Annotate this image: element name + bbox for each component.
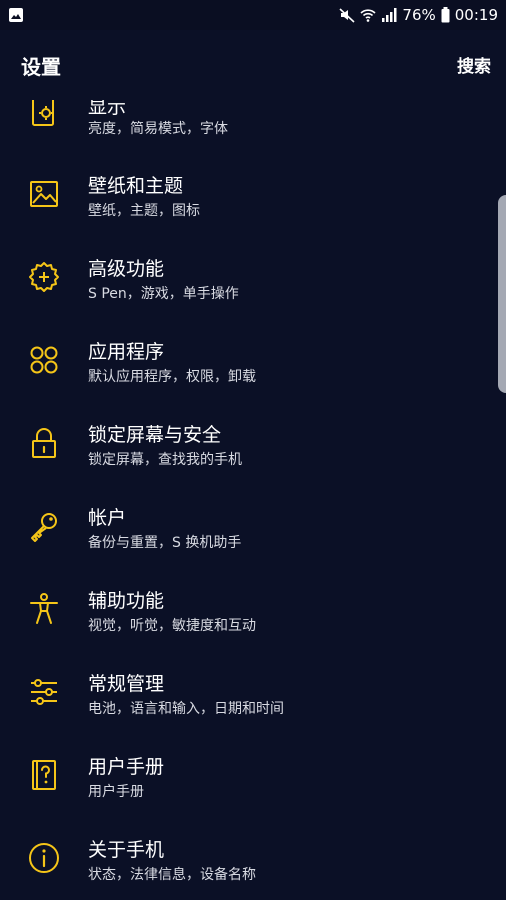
settings-item-subtitle: 亮度，简易模式，字体 (88, 121, 228, 137)
battery-icon (441, 7, 450, 23)
search-button[interactable]: 搜索 (457, 52, 491, 77)
mute-icon (339, 8, 355, 23)
cellular-signal-icon (382, 8, 397, 22)
key-icon (31, 513, 57, 542)
settings-item-title: 常规管理 (88, 673, 165, 695)
settings-item-subtitle: 状态，法律信息，设备名称 (88, 867, 256, 883)
advanced-gear-icon (29, 262, 59, 292)
settings-item-wallpaper[interactable]: 壁纸和主题 壁纸，主题，图标 (0, 165, 506, 245)
status-bar: 76% 00:19 (0, 0, 506, 30)
settings-item-about-phone[interactable]: 关于手机 状态，法律信息，设备名称 (0, 829, 506, 900)
settings-item-subtitle: 备份与重置，S 换机助手 (88, 535, 242, 551)
lock-icon (32, 428, 56, 458)
settings-item-accounts[interactable]: 帐户 备份与重置，S 换机助手 (0, 497, 506, 577)
apps-icon (30, 346, 58, 374)
settings-item-subtitle: 视觉，听觉，敏捷度和互动 (88, 618, 256, 634)
settings-item-subtitle: 用户手册 (88, 784, 144, 800)
wifi-icon (360, 9, 376, 22)
settings-item-general-management[interactable]: 常规管理 电池，语言和输入，日期和时间 (0, 663, 506, 743)
settings-item-subtitle: S Pen，游戏，单手操作 (88, 286, 239, 302)
settings-item-advanced[interactable]: 高级功能 S Pen，游戏，单手操作 (0, 248, 506, 328)
settings-item-user-manual[interactable]: 用户手册 用户手册 (0, 746, 506, 826)
settings-item-title: 壁纸和主题 (88, 175, 184, 197)
wallpaper-icon (30, 181, 58, 207)
edge-panel-handle[interactable] (498, 195, 506, 393)
accessibility-icon (30, 593, 58, 624)
settings-item-title: 应用程序 (88, 341, 165, 363)
manual-icon (32, 760, 56, 790)
settings-item-subtitle: 默认应用程序，权限，卸载 (88, 369, 256, 385)
settings-screen: 显示 亮度，简易模式，字体 壁纸和主题 壁纸，主题，图标 高级功能 S Pen，… (0, 0, 506, 900)
settings-item-title: 用户手册 (88, 756, 165, 778)
settings-item-title: 高级功能 (88, 258, 165, 280)
settings-item-subtitle: 壁纸，主题，图标 (88, 203, 200, 219)
settings-item-title: 关于手机 (88, 839, 165, 861)
settings-item-title: 锁定屏幕与安全 (88, 424, 222, 446)
settings-item-title: 帐户 (88, 507, 127, 529)
settings-item-subtitle: 锁定屏幕，查找我的手机 (88, 452, 242, 468)
info-icon (29, 843, 59, 873)
clock: 00:19 (454, 6, 498, 24)
settings-item-lockscreen[interactable]: 锁定屏幕与安全 锁定屏幕，查找我的手机 (0, 414, 506, 494)
page-title: 设置 (21, 55, 61, 79)
gallery-notification-icon (9, 8, 23, 22)
sliders-icon (31, 679, 57, 705)
battery-percentage: 76% (402, 6, 436, 24)
app-header: 设置 搜索 (0, 30, 506, 100)
settings-item-apps[interactable]: 应用程序 默认应用程序，权限，卸载 (0, 331, 506, 411)
settings-item-accessibility[interactable]: 辅助功能 视觉，听觉，敏捷度和互动 (0, 580, 506, 660)
settings-item-title: 辅助功能 (88, 590, 165, 612)
settings-list[interactable]: 显示 亮度，简易模式，字体 壁纸和主题 壁纸，主题，图标 高级功能 S Pen，… (0, 0, 506, 900)
settings-item-subtitle: 电池，语言和输入，日期和时间 (88, 701, 284, 717)
